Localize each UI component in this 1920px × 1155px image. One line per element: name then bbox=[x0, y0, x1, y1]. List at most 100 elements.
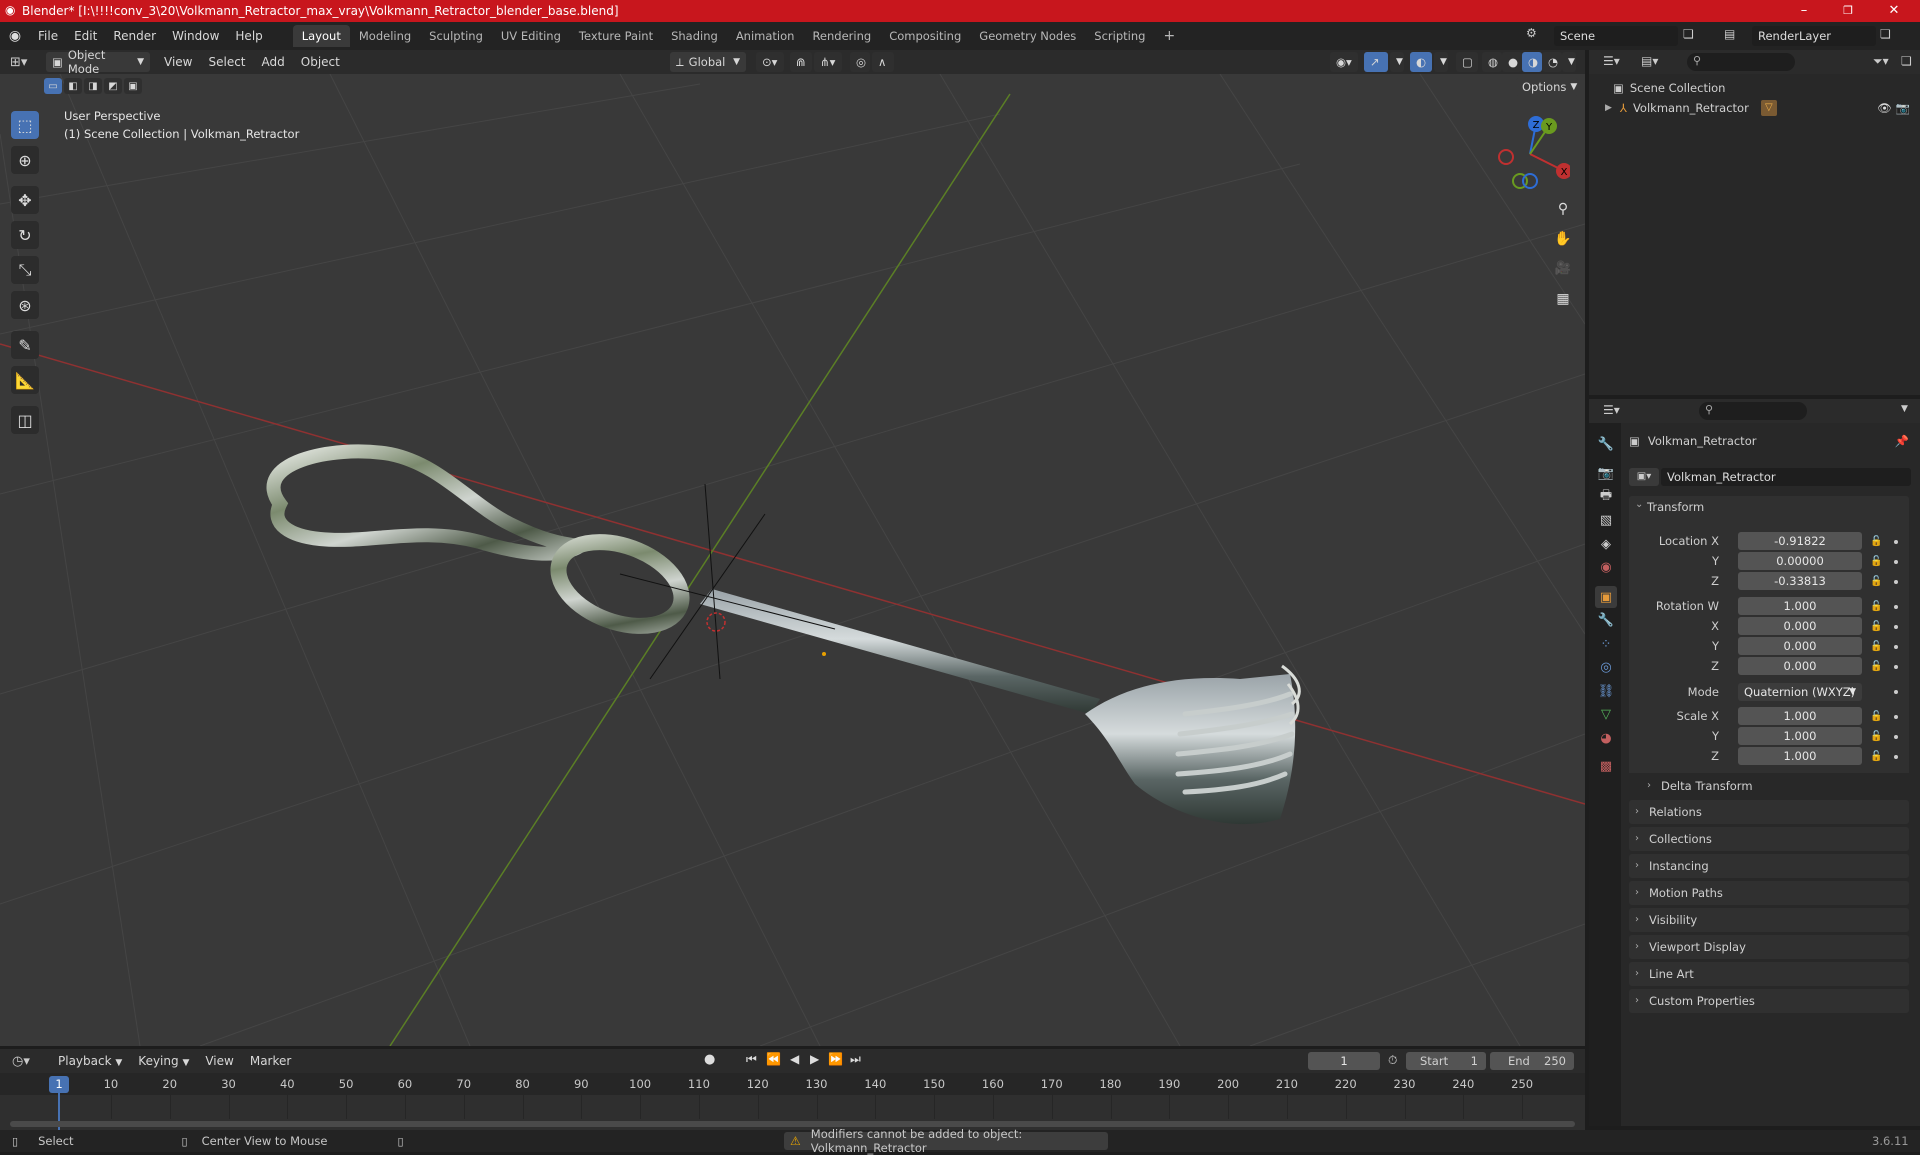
close-button[interactable]: ✕ bbox=[1872, 0, 1916, 22]
falloff-icon[interactable]: ∧ bbox=[872, 52, 894, 72]
display-mode-icon[interactable]: ▤▾ bbox=[1641, 54, 1658, 68]
material-tab-icon[interactable]: ◕ bbox=[1595, 727, 1617, 749]
timeline-area[interactable]: 10 20 30 40 50 60 70 80 90 100 110 120 130 140 150 160 1… bbox=[0, 1073, 1585, 1130]
timeline-menu-marker[interactable]: Marker bbox=[242, 1054, 299, 1068]
playhead-frame-label[interactable]: 1 bbox=[49, 1076, 69, 1093]
tab-sculpting[interactable]: Sculpting bbox=[420, 25, 492, 47]
scale-x-field[interactable]: 1.000 bbox=[1738, 707, 1862, 725]
menu-window[interactable]: Window bbox=[164, 29, 227, 43]
rotation-x-field[interactable]: 0.000 bbox=[1738, 617, 1862, 635]
location-z-field[interactable]: -0.33813 bbox=[1738, 572, 1862, 590]
texture-tab-icon[interactable]: ▩ bbox=[1595, 755, 1617, 777]
keyframe-dot-icon[interactable] bbox=[1894, 580, 1898, 584]
tool-tab-icon[interactable]: 🔧 bbox=[1595, 433, 1617, 455]
outliner-row-object[interactable]: ▶ ⅄ Volkmann_Retractor ▽ 👁 📷 bbox=[1599, 98, 1914, 118]
expand-chevron-icon[interactable]: ▶ bbox=[1605, 103, 1612, 113]
chevron-down-icon[interactable]: ▼ bbox=[1434, 52, 1448, 72]
transform-tool-icon[interactable]: ⊛ bbox=[11, 291, 39, 319]
viewport-menu-object[interactable]: Object bbox=[293, 55, 348, 69]
scene-tab-icon[interactable]: ◈ bbox=[1595, 533, 1617, 555]
tab-layout[interactable]: Layout bbox=[292, 25, 350, 47]
new-view-layer-icon[interactable]: ❏ bbox=[1880, 27, 1900, 45]
eye-visibility-icon[interactable]: 👁 bbox=[1877, 101, 1892, 115]
scale-tool-icon[interactable]: ⤡ bbox=[11, 256, 39, 284]
render-visibility-icon[interactable]: 📷 bbox=[1896, 101, 1910, 115]
visibility-panel-header[interactable]: › Visibility bbox=[1629, 908, 1909, 932]
render-tab-icon[interactable]: 📷 bbox=[1595, 462, 1617, 484]
prev-keyframe-icon[interactable]: ⏪ bbox=[766, 1052, 781, 1066]
chevron-down-icon[interactable]: ▼ bbox=[1390, 52, 1404, 72]
select-intersect-icon[interactable]: ▣ bbox=[124, 78, 142, 94]
viewport-menu-add[interactable]: Add bbox=[254, 55, 293, 69]
next-keyframe-icon[interactable]: ⏩ bbox=[828, 1052, 843, 1066]
perspective-toggle-icon[interactable]: ▦ bbox=[1552, 291, 1574, 313]
menu-render[interactable]: Render bbox=[105, 29, 164, 43]
pivot-point-icon[interactable]: ⊙▾ bbox=[756, 52, 784, 72]
tab-texture-paint[interactable]: Texture Paint bbox=[570, 25, 662, 47]
collections-panel-header[interactable]: › Collections bbox=[1629, 827, 1909, 851]
pin-icon[interactable]: 📌 bbox=[1895, 434, 1909, 448]
data-tab-icon[interactable]: ▽ bbox=[1595, 703, 1617, 725]
blender-menu-icon[interactable]: ◉ bbox=[0, 28, 30, 44]
keyframe-dot-icon[interactable] bbox=[1894, 540, 1898, 544]
solid-shading-icon[interactable]: ● bbox=[1502, 52, 1522, 72]
measure-tool-icon[interactable]: 📐 bbox=[11, 366, 39, 394]
transform-panel-header[interactable]: ⌄ Transform bbox=[1629, 496, 1909, 518]
options-dropdown[interactable]: Options ▼ bbox=[1516, 78, 1578, 96]
visibility-selectability-icon[interactable]: ◉▾ bbox=[1330, 52, 1358, 72]
add-cube-tool-icon[interactable]: ◫ bbox=[11, 406, 39, 434]
timeline-editor-icon[interactable]: ◷▾ bbox=[12, 1054, 40, 1069]
play-icon[interactable]: ▶ bbox=[810, 1052, 819, 1066]
lock-icon[interactable]: 🔓 bbox=[1870, 601, 1882, 612]
new-scene-icon[interactable]: ❏ bbox=[1683, 27, 1703, 45]
keyframe-dot-icon[interactable] bbox=[1894, 665, 1898, 669]
object-browse-icon[interactable]: ▣▾ bbox=[1629, 468, 1659, 486]
rotation-y-field[interactable]: 0.000 bbox=[1738, 637, 1862, 655]
keyframe-dot-icon[interactable] bbox=[1894, 755, 1898, 759]
timeline-menu-playback[interactable]: Playback ▼ bbox=[50, 1054, 130, 1068]
scale-y-field[interactable]: 1.000 bbox=[1738, 727, 1862, 745]
view-layer-field[interactable]: RenderLayer bbox=[1752, 26, 1876, 46]
modifier-icon[interactable]: ▽ bbox=[1760, 100, 1777, 116]
filter-icon[interactable]: ⏷▾ bbox=[1873, 54, 1889, 69]
editor-type-icon[interactable]: ⊞▾ bbox=[10, 55, 40, 70]
stopwatch-icon[interactable]: ⏱ bbox=[1388, 1053, 1397, 1068]
xray-toggle-icon[interactable]: ▢ bbox=[1456, 52, 1478, 72]
play-reverse-icon[interactable]: ◀ bbox=[790, 1052, 799, 1066]
wireframe-shading-icon[interactable]: ◍ bbox=[1482, 52, 1502, 72]
transform-orientation-dropdown[interactable]: ⟂ Global ▼ bbox=[670, 52, 746, 72]
menu-file[interactable]: File bbox=[30, 29, 66, 43]
view-layer-icon[interactable]: ▤ bbox=[1724, 27, 1744, 45]
new-collection-icon[interactable]: ❏ bbox=[1901, 54, 1912, 68]
delta-transform-subpanel[interactable]: › Delta Transform bbox=[1643, 776, 1903, 796]
menu-edit[interactable]: Edit bbox=[66, 29, 105, 43]
object-mode-dropdown[interactable]: ▣ Object Mode ▼ bbox=[46, 48, 150, 76]
move-tool-icon[interactable]: ✥ bbox=[11, 186, 39, 214]
rendered-shading-icon[interactable]: ◔ bbox=[1542, 52, 1562, 72]
viewport-menu-view[interactable]: View bbox=[156, 55, 200, 69]
timeline-menu-view[interactable]: View bbox=[197, 1054, 241, 1068]
world-tab-icon[interactable]: ◉ bbox=[1595, 556, 1617, 578]
material-shading-icon[interactable]: ◑ bbox=[1522, 52, 1542, 72]
tab-uv-editing[interactable]: UV Editing bbox=[492, 25, 570, 47]
chevron-down-icon[interactable]: ▼ bbox=[1901, 404, 1908, 414]
outliner-search-input[interactable]: ⚲ bbox=[1687, 53, 1795, 71]
jump-end-icon[interactable]: ⏭ bbox=[850, 1052, 861, 1067]
relations-panel-header[interactable]: › Relations bbox=[1629, 800, 1909, 824]
overlays-toggle-icon[interactable]: ◐ bbox=[1410, 52, 1432, 72]
properties-editor-icon[interactable]: ☰▾ bbox=[1603, 403, 1620, 417]
end-frame-field[interactable]: End 250 bbox=[1490, 1052, 1574, 1070]
object-name-field[interactable]: Volkman_Retractor bbox=[1661, 468, 1911, 486]
tab-scripting[interactable]: Scripting bbox=[1085, 25, 1154, 47]
tab-geometry-nodes[interactable]: Geometry Nodes bbox=[970, 25, 1085, 47]
tab-rendering[interactable]: Rendering bbox=[803, 25, 880, 47]
keyframe-dot-icon[interactable] bbox=[1894, 690, 1898, 694]
lock-icon[interactable]: 🔓 bbox=[1870, 711, 1882, 722]
keyframe-dot-icon[interactable] bbox=[1894, 735, 1898, 739]
timeline-scrollbar[interactable] bbox=[10, 1121, 1575, 1127]
select-invert-icon[interactable]: ◩ bbox=[104, 78, 122, 94]
rotation-z-field[interactable]: 0.000 bbox=[1738, 657, 1862, 675]
timeline-menu-keying[interactable]: Keying ▼ bbox=[130, 1054, 197, 1068]
retractor-model[interactable] bbox=[266, 444, 1301, 825]
rotation-w-field[interactable]: 1.000 bbox=[1738, 597, 1862, 615]
